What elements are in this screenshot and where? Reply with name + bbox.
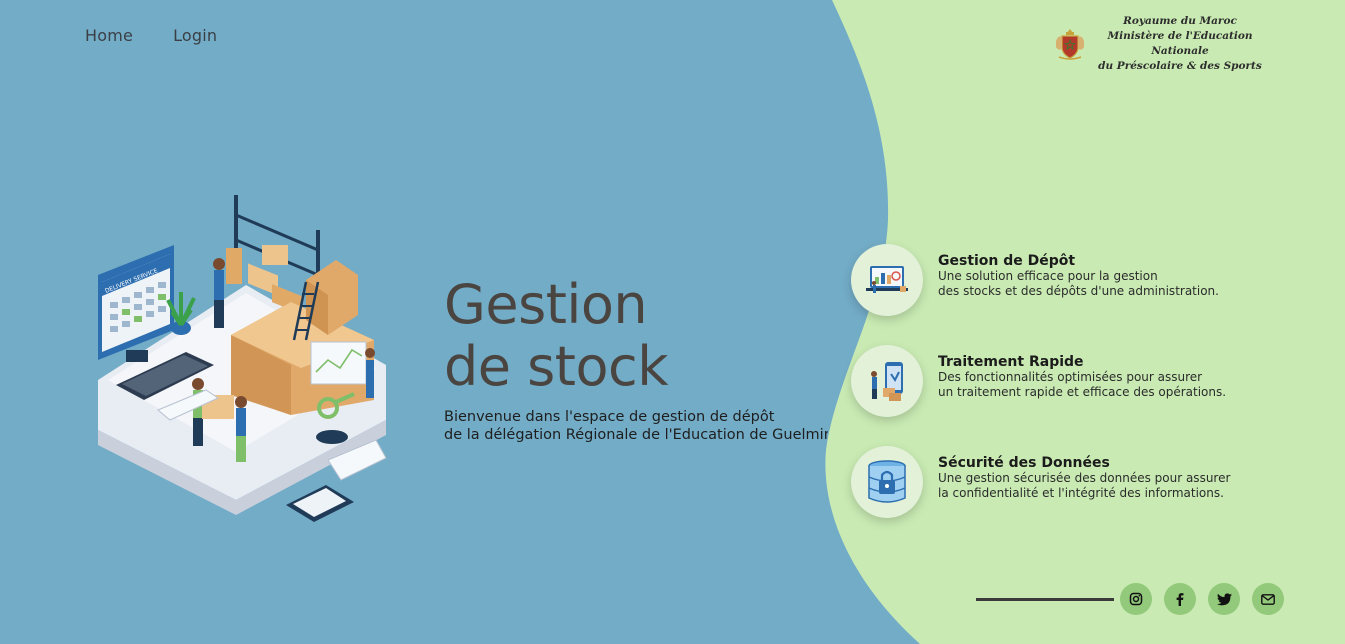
hero-subtitle-line-2: de la délégation Régionale de l'Educatio…	[444, 427, 828, 443]
social-divider	[976, 597, 1114, 601]
feature-securite-icon-circle	[851, 446, 923, 518]
twitter-icon	[1216, 592, 1232, 605]
email-button[interactable]	[1252, 583, 1284, 615]
hero-title-line-1: Gestion	[444, 273, 648, 336]
ministry-line-1: Royaume du Maroc	[1123, 15, 1237, 27]
hero-section: Gestion de stock Bienvenue dans l'espace…	[444, 274, 828, 444]
instagram-icon	[1129, 592, 1143, 606]
feature-traitement-title: Traitement Rapide	[938, 354, 1084, 370]
nav-home-link[interactable]: Home	[85, 26, 133, 45]
warehouse-illustration: DELIVERY SERVICE	[98, 195, 387, 522]
instagram-button[interactable]	[1120, 583, 1152, 615]
feature-depot-desc-2: des stocks et des dépôts d'une administr…	[938, 284, 1219, 298]
moroccan-emblem-icon	[1056, 29, 1084, 60]
warehouse-dashboard-icon	[866, 266, 908, 293]
feature-traitement: Traitement Rapide Des fonctionnalités op…	[851, 345, 1268, 417]
feature-traitement-icon-circle	[851, 345, 923, 417]
email-icon	[1261, 593, 1275, 605]
nav-login-link[interactable]: Login	[173, 26, 217, 45]
social-links	[976, 583, 1284, 615]
hero-title-line-2: de stock	[444, 335, 668, 398]
feature-depot-desc-1: Une solution efficace pour la gestion	[938, 269, 1158, 283]
top-nav: Home Login	[85, 26, 257, 45]
hero-title: Gestion de stock	[444, 274, 828, 398]
ministry-line-2: Ministère de l'Education Nationale	[1107, 30, 1253, 57]
hero-subtitle-line-1: Bienvenue dans l'espace de gestion de dé…	[444, 409, 775, 425]
ministry-header: Royaume du Maroc Ministère de l'Educatio…	[1053, 14, 1269, 74]
feature-depot-icon-circle	[851, 244, 923, 316]
feature-traitement-desc-2: un traitement rapide et efficace des opé…	[938, 385, 1227, 399]
feature-securite-desc-1: Une gestion sécurisée des données pour a…	[938, 471, 1231, 485]
feature-depot: Gestion de Dépôt Une solution efficace p…	[851, 244, 1268, 316]
facebook-button[interactable]	[1164, 583, 1196, 615]
database-lock-icon	[868, 460, 906, 503]
feature-securite-desc-2: la confidentialité et l'intégrité des in…	[938, 486, 1224, 500]
hero-subtitle: Bienvenue dans l'espace de gestion de dé…	[444, 408, 828, 444]
feature-depot-title: Gestion de Dépôt	[938, 253, 1076, 269]
feature-securite-title: Sécurité des Données	[938, 455, 1110, 471]
phone-delivery-icon	[871, 362, 903, 401]
feature-traitement-desc-1: Des fonctionnalités optimisées pour assu…	[938, 370, 1203, 384]
feature-securite: Sécurité des Données Une gestion sécuris…	[851, 446, 1268, 518]
ministry-line-3: du Préscolaire & des Sports	[1098, 60, 1262, 72]
twitter-button[interactable]	[1208, 583, 1240, 615]
facebook-icon	[1176, 593, 1184, 606]
